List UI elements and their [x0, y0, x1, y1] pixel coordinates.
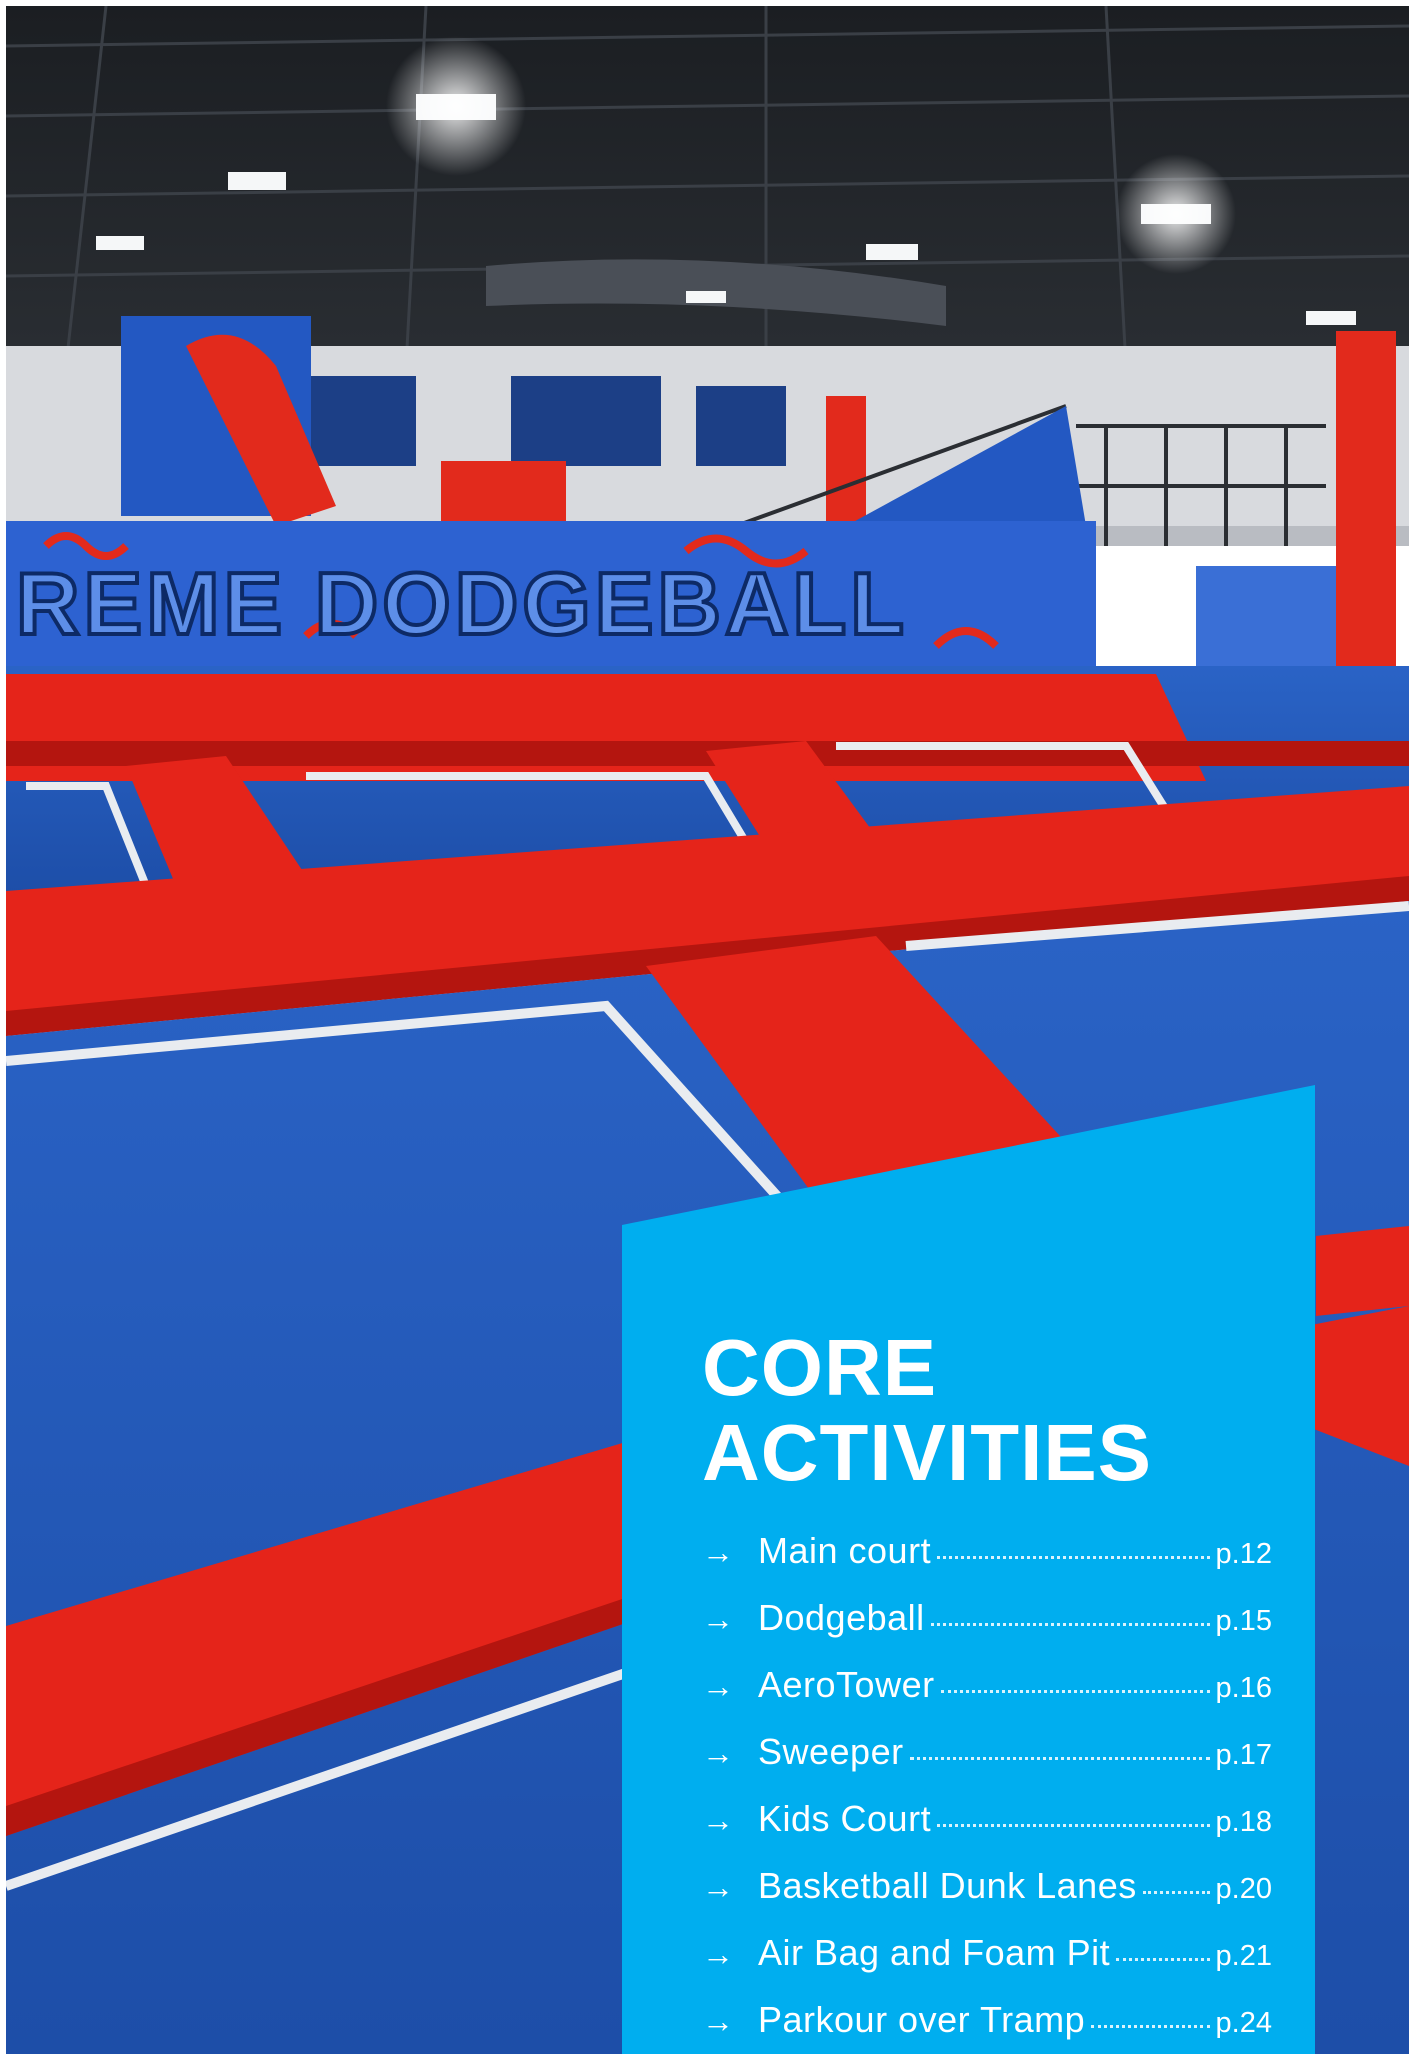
toc-item-page: p.21 — [1215, 1940, 1272, 1972]
arrow-right-icon: → — [702, 1668, 734, 1704]
toc-item-label: Main court — [758, 1530, 932, 1571]
toc-item-page: p.16 — [1215, 1672, 1272, 1704]
toc-item-page: p.12 — [1215, 1538, 1272, 1570]
arrow-right-icon: → — [702, 1936, 734, 1972]
arrow-right-icon: → — [702, 1735, 734, 1771]
toc-item-label: Air Bag and Foam Pit — [758, 1932, 1111, 1973]
toc-item[interactable]: → Dodgeball p.15 — [702, 1597, 1272, 1664]
arrow-right-icon: → — [702, 1534, 734, 1570]
toc-item[interactable]: → Parkour over Tramp p.24 — [702, 1999, 1272, 2054]
toc-item[interactable]: → AeroTower p.16 — [702, 1664, 1272, 1731]
toc-item-label: Dodgeball — [758, 1597, 925, 1638]
section-title-line1: CORE — [702, 1323, 938, 1412]
section-title-line2: ACTIVITIES — [702, 1408, 1153, 1497]
arrow-right-icon: → — [702, 1869, 734, 1905]
arrow-right-icon: → — [702, 1601, 734, 1637]
toc-item[interactable]: → Kids Court p.18 — [702, 1798, 1272, 1865]
arrow-right-icon: → — [702, 1802, 734, 1838]
dot-leader — [937, 1824, 1210, 1827]
activities-toc: → Main court p.12 → Dodgeball p.15 → Aer… — [702, 1530, 1272, 2054]
toc-item[interactable]: → Sweeper p.17 — [702, 1731, 1272, 1798]
toc-item-page: p.18 — [1215, 1806, 1272, 1838]
toc-item-page: p.20 — [1215, 1873, 1272, 1905]
toc-item[interactable]: → Basketball Dunk Lanes p.20 — [702, 1865, 1272, 1932]
brochure-page: REME DODGEBALL CORE ACTIVITIES → Main co… — [0, 0, 1415, 2054]
section-title: CORE ACTIVITIES — [702, 1325, 1152, 1495]
arrow-right-icon: → — [702, 2003, 734, 2039]
dot-leader — [1142, 1891, 1210, 1894]
dot-leader — [930, 1623, 1210, 1626]
toc-item-page: p.15 — [1215, 1605, 1272, 1637]
toc-item-label: AeroTower — [758, 1664, 935, 1705]
toc-item-label: Kids Court — [758, 1798, 932, 1839]
toc-item-label: Basketball Dunk Lanes — [758, 1865, 1137, 1906]
dot-leader — [1091, 2025, 1210, 2028]
toc-item-label: Parkour over Tramp — [758, 1999, 1086, 2040]
dot-leader — [909, 1757, 1210, 1760]
toc-item[interactable]: → Main court p.12 — [702, 1530, 1272, 1597]
toc-item-page: p.17 — [1215, 1739, 1272, 1771]
dot-leader — [940, 1690, 1210, 1693]
dot-leader — [1116, 1958, 1210, 1961]
toc-item-page: p.24 — [1215, 2007, 1272, 2039]
core-activities-panel: CORE ACTIVITIES → Main court p.12 → Dodg… — [622, 1085, 1315, 2054]
toc-item[interactable]: → Air Bag and Foam Pit p.21 — [702, 1932, 1272, 1999]
dot-leader — [937, 1556, 1210, 1559]
toc-item-label: Sweeper — [758, 1731, 904, 1772]
banner-text: REME DODGEBALL — [16, 554, 908, 653]
